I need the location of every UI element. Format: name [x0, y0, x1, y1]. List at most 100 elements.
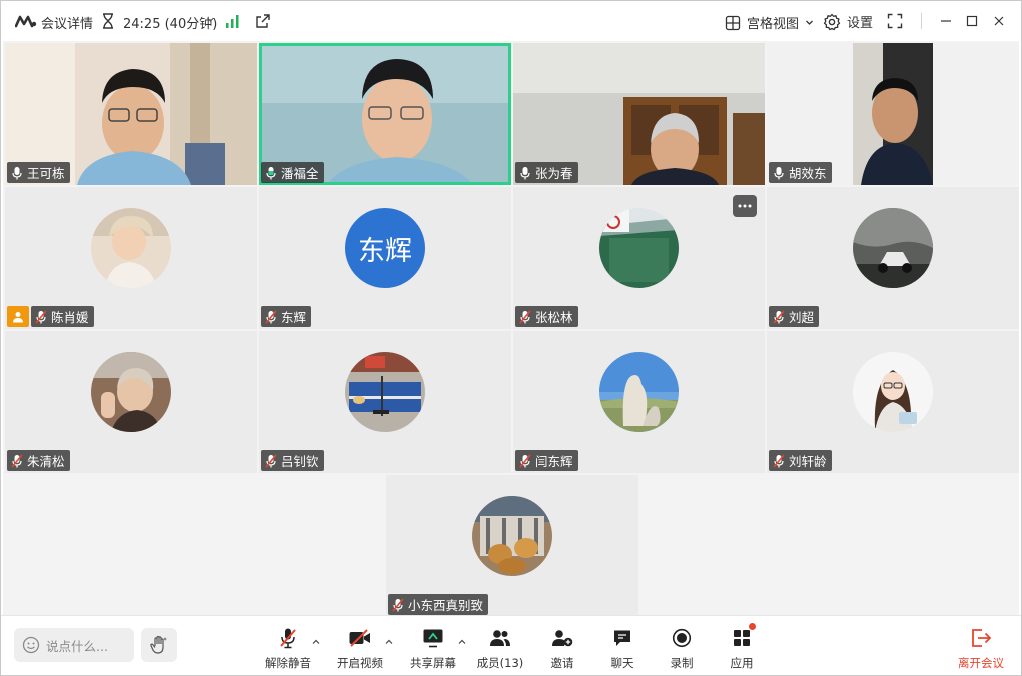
participant-name-tag: 刘轩龄: [769, 450, 832, 471]
start-video-button[interactable]: 开启视频: [330, 626, 390, 671]
participant-name: 吕钊钦: [281, 454, 319, 469]
participant-name-tag: 东辉: [261, 306, 312, 327]
host-badge: [7, 306, 29, 327]
participant-tile[interactable]: 胡效东: [767, 43, 1019, 185]
leave-meeting-button[interactable]: 离开会议: [951, 626, 1011, 671]
participant-name-tag: 小东西真别致: [388, 594, 489, 615]
quick-chat-input[interactable]: 说点什么...: [14, 628, 134, 662]
muted-microphone-icon: [773, 309, 785, 324]
record-button[interactable]: 录制: [652, 626, 712, 671]
participant-name-tag: 吕钊钦: [261, 450, 324, 471]
raise-hand-icon: [150, 635, 167, 654]
share-screen-button[interactable]: 共享屏幕: [403, 626, 463, 671]
participant-tile[interactable]: 刘轩龄: [767, 331, 1019, 473]
apps-button[interactable]: 应用: [712, 623, 772, 671]
more-icon: [738, 204, 752, 208]
muted-microphone-icon: [773, 453, 785, 468]
fullscreen-icon[interactable]: [887, 13, 903, 29]
participant-tile[interactable]: 东辉 东辉: [259, 187, 511, 329]
meeting-detail-link[interactable]: 会议详情: [41, 13, 93, 32]
invite-label: 邀请: [550, 656, 574, 670]
settings-button[interactable]: 设置: [823, 12, 873, 31]
chevron-down-icon[interactable]: [206, 15, 215, 24]
app-logo-icon: [15, 15, 37, 28]
participant-name: 陈肖媛: [51, 310, 89, 325]
members-label: 成员(13): [476, 656, 524, 670]
participant-tile[interactable]: 王可栋: [5, 43, 257, 185]
emoji-icon[interactable]: [22, 636, 40, 654]
host-icon: [13, 311, 23, 322]
members-icon: [490, 630, 510, 646]
microphone-icon: [520, 166, 530, 179]
more-options-button[interactable]: [733, 195, 757, 217]
invite-button[interactable]: 邀请: [532, 626, 592, 671]
unmute-button[interactable]: 解除静音: [258, 626, 318, 671]
avatar: [599, 208, 679, 288]
meeting-toolbar: 说点什么... 解除静音 开启视频 共享屏幕 成员(13) 邀请 聊天 录制 应…: [1, 615, 1021, 675]
grid-view-icon: [725, 15, 741, 30]
muted-microphone-icon: [519, 309, 531, 324]
participant-name: 张松林: [535, 310, 573, 325]
participant-name-tag: 胡效东: [769, 162, 832, 183]
avatar: [853, 208, 933, 288]
participant-name-tag: 朱清松: [7, 450, 70, 471]
network-signal-icon[interactable]: [225, 14, 241, 28]
muted-microphone-icon: [392, 597, 404, 612]
participant-tile[interactable]: 吕钊钦: [259, 331, 511, 473]
avatar: [91, 208, 171, 288]
avatar: [599, 352, 679, 432]
meeting-window: 会议详情 24:25 (40分钟) 宫格视图 设置 王可栋 潘福全 张为春 胡效…: [0, 0, 1022, 676]
muted-microphone-icon: [265, 453, 277, 468]
maximize-button[interactable]: [963, 12, 981, 30]
muted-microphone-icon: [265, 309, 277, 324]
members-button[interactable]: 成员(13): [470, 626, 530, 671]
leave-icon: [972, 629, 992, 647]
participant-name: 刘轩龄: [789, 454, 827, 469]
share-screen-icon: [423, 629, 443, 648]
participant-tile[interactable]: 小东西真别致: [386, 475, 638, 617]
minimize-icon: [941, 20, 951, 22]
participant-name: 朱清松: [27, 454, 65, 469]
avatar: [853, 352, 933, 432]
participant-name: 王可栋: [27, 166, 65, 181]
chevron-up-icon[interactable]: [312, 638, 320, 646]
microphone-icon: [774, 166, 784, 179]
view-mode-label: 宫格视图: [747, 17, 800, 32]
start-video-label: 开启视频: [337, 656, 383, 670]
participant-name: 胡效东: [789, 166, 827, 181]
chevron-up-icon[interactable]: [458, 638, 466, 646]
leave-label: 离开会议: [958, 656, 1004, 670]
participant-grid: 王可栋 潘福全 张为春 胡效东 陈肖媛 东辉 东辉 张松林 刘超 朱清松 吕钊钦…: [3, 41, 1019, 617]
participant-tile[interactable]: 闫东辉: [513, 331, 765, 473]
hourglass-icon: [103, 13, 113, 29]
unmute-label: 解除静音: [265, 656, 311, 670]
participant-tile[interactable]: 陈肖媛: [5, 187, 257, 329]
close-icon: [994, 16, 1004, 26]
popout-icon[interactable]: [255, 13, 271, 29]
meeting-timer[interactable]: 24:25 (40分钟): [123, 13, 217, 32]
participant-name-tag: 刘超: [769, 306, 820, 327]
chevron-up-icon[interactable]: [385, 638, 393, 646]
chat-icon: [614, 630, 630, 646]
participant-tile[interactable]: 朱清松: [5, 331, 257, 473]
titlebar-divider: [921, 13, 922, 29]
participant-tile-active-speaker[interactable]: 潘福全: [259, 43, 511, 185]
minimize-button[interactable]: [937, 12, 955, 30]
settings-label: 设置: [847, 16, 874, 31]
gear-icon: [823, 13, 841, 30]
participant-name: 闫东辉: [535, 454, 573, 469]
participant-tile[interactable]: 张为春: [513, 43, 765, 185]
close-button[interactable]: [990, 12, 1008, 30]
muted-microphone-icon: [35, 309, 47, 324]
chat-button[interactable]: 聊天: [592, 626, 652, 671]
video-off-icon: [349, 629, 370, 647]
avatar: [345, 352, 425, 432]
share-screen-label: 共享屏幕: [410, 656, 456, 670]
apps-icon: [734, 630, 750, 646]
view-mode-dropdown[interactable]: 宫格视图: [725, 13, 814, 32]
participant-tile[interactable]: 张松林: [513, 187, 765, 329]
participant-name: 东辉: [281, 310, 307, 325]
notification-dot: [749, 623, 756, 630]
raise-hand-button[interactable]: [141, 628, 177, 662]
participant-tile[interactable]: 刘超: [767, 187, 1019, 329]
